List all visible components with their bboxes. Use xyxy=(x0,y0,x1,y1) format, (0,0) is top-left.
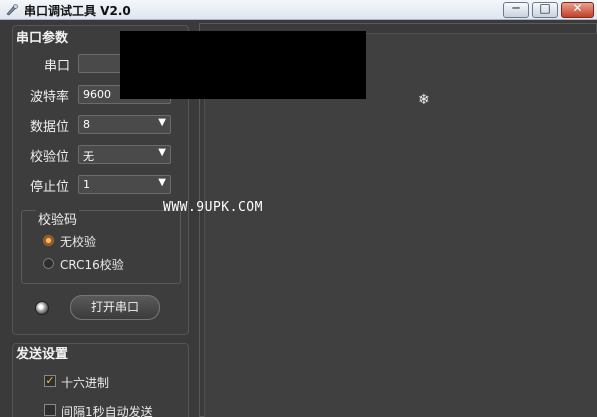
minimize-button[interactable]: ─ xyxy=(503,1,529,18)
stopbits-select[interactable]: 1 ▼ xyxy=(78,175,171,194)
title-bar: 串口调试工具 V2.0 ─ □ ✕ xyxy=(0,0,597,20)
window-title: 串口调试工具 V2.0 xyxy=(24,4,131,18)
redaction-block xyxy=(120,31,366,99)
port-label: 串口 xyxy=(44,59,71,74)
radio-no-checksum-label[interactable]: 无校验 xyxy=(60,233,96,250)
snowflake-icon: ❄ xyxy=(418,92,430,108)
send-settings-title: 发送设置 xyxy=(16,347,69,362)
maximize-button[interactable]: □ xyxy=(532,1,558,18)
auto-send-checkbox-label[interactable]: 间隔1秒自动发送 xyxy=(61,403,153,417)
auto-send-checkbox[interactable] xyxy=(44,404,56,416)
close-icon: ✕ xyxy=(572,1,583,15)
baud-value: 9600 xyxy=(83,88,111,101)
databits-select[interactable]: 8 ▼ xyxy=(78,115,171,134)
checksum-title: 校验码 xyxy=(36,209,80,228)
parity-value: 无 xyxy=(83,150,94,163)
chevron-down-icon: ▼ xyxy=(158,177,166,188)
radio-no-checksum[interactable] xyxy=(43,235,54,246)
minimize-icon: ─ xyxy=(512,1,520,15)
open-port-button[interactable]: 打开串口 xyxy=(70,295,160,320)
close-button[interactable]: ✕ xyxy=(561,1,594,18)
parity-label: 校验位 xyxy=(30,150,70,165)
hex-checkbox[interactable]: ✓ xyxy=(44,375,56,387)
databits-label: 数据位 xyxy=(30,120,70,135)
databits-value: 8 xyxy=(83,118,90,131)
stopbits-value: 1 xyxy=(83,178,90,191)
watermark-text: WWW.9UPK.COM xyxy=(163,200,263,215)
hex-checkbox-label[interactable]: 十六进制 xyxy=(61,374,109,391)
chevron-down-icon: ▼ xyxy=(158,147,166,158)
stopbits-label: 停止位 xyxy=(30,180,70,195)
radio-crc16[interactable] xyxy=(43,258,54,269)
maximize-icon: □ xyxy=(539,1,551,15)
baud-label: 波特率 xyxy=(30,90,70,105)
status-led-icon xyxy=(35,301,49,315)
serial-params-title: 串口参数 xyxy=(16,31,69,46)
app-icon xyxy=(6,4,18,16)
radio-crc16-label[interactable]: CRC16校验 xyxy=(60,256,124,273)
parity-select[interactable]: 无 ▼ xyxy=(78,145,171,164)
chevron-down-icon: ▼ xyxy=(158,117,166,128)
